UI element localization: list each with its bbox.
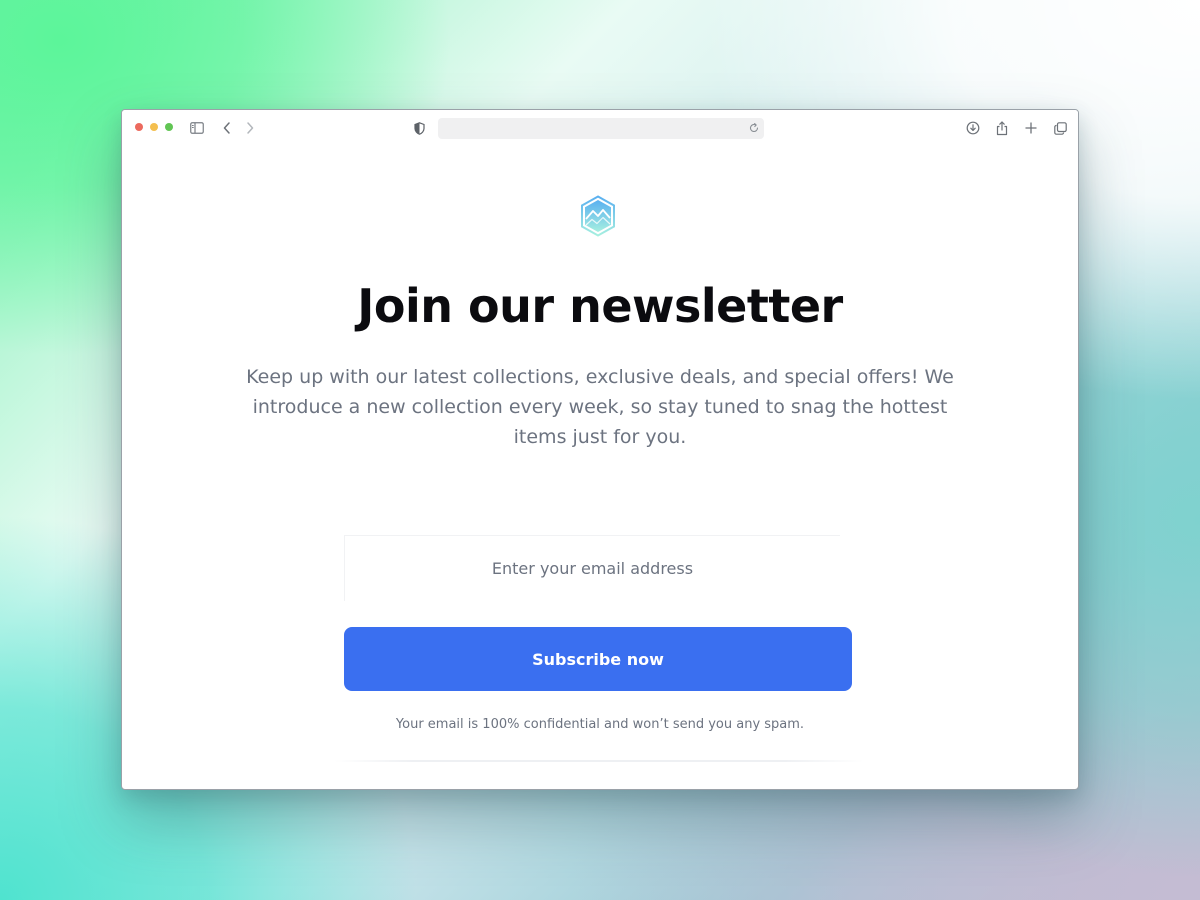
reload-icon[interactable] [748,121,760,139]
back-icon[interactable] [217,118,237,138]
tabs-overview-icon[interactable] [1050,118,1070,138]
page-title: Join our newsletter [357,279,843,333]
share-icon[interactable] [992,118,1012,138]
divider [334,760,864,762]
download-icon[interactable] [963,118,983,138]
minimize-window-button[interactable] [150,123,158,131]
newsletter-description: Keep up with our latest collections, exc… [246,366,954,448]
browser-toolbar [122,110,1078,146]
forward-icon[interactable] [240,118,260,138]
newsletter-page: Join our newsletter Keep up with our lat… [122,146,1078,789]
zoom-window-button[interactable] [165,123,173,131]
privacy-disclaimer: Your email is 100% confidential and won’… [395,717,805,732]
shield-icon[interactable] [409,118,429,138]
subscribe-button[interactable]: Subscribe now [344,627,852,691]
email-field[interactable] [344,535,840,601]
close-window-button[interactable] [135,123,143,131]
mountain-hexagon-logo-icon [581,195,615,237]
address-bar[interactable] [438,118,764,139]
browser-window: Join our newsletter Keep up with our lat… [121,109,1079,790]
new-tab-icon[interactable] [1021,118,1041,138]
sidebar-icon[interactable] [187,118,207,138]
